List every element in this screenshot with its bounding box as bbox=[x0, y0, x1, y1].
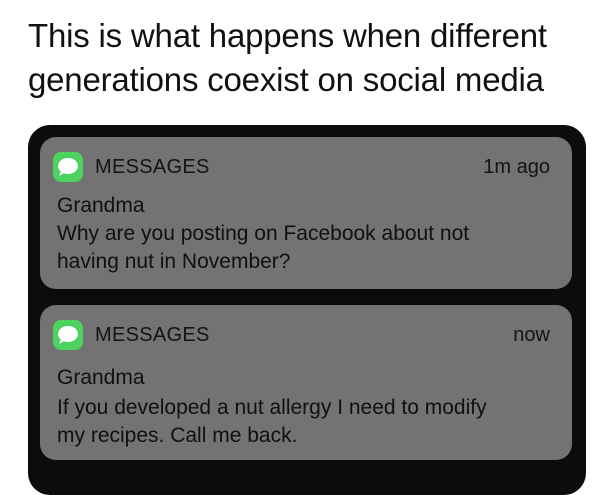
notification-sender: Grandma bbox=[57, 194, 145, 217]
notification-body-line: having nut in November? bbox=[57, 250, 291, 273]
app-name: MESSAGES bbox=[95, 323, 210, 346]
caption-line-1: This is what happens when different bbox=[28, 17, 547, 54]
notification-header: MESSAGES now bbox=[53, 318, 550, 352]
notification-body-line: my recipes. Call me back. bbox=[57, 424, 298, 447]
notification-card[interactable]: MESSAGES 1m ago Grandma Why are you post… bbox=[40, 137, 572, 289]
notification-time: 1m ago bbox=[483, 155, 550, 178]
notification-header: MESSAGES 1m ago bbox=[53, 150, 550, 184]
notification-sender: Grandma bbox=[57, 366, 145, 389]
notification-body-line: Why are you posting on Facebook about no… bbox=[57, 222, 470, 245]
meme-caption: This is what happens when different gene… bbox=[28, 14, 598, 102]
messages-icon bbox=[53, 320, 83, 350]
app-name: MESSAGES bbox=[95, 155, 210, 178]
notification-body: Why are you posting on Facebook about no… bbox=[57, 220, 557, 276]
notification-body-line: If you developed a nut allergy I need to… bbox=[57, 396, 487, 419]
notification-body: If you developed a nut allergy I need to… bbox=[57, 394, 557, 450]
messages-icon bbox=[53, 152, 83, 182]
notification-time: now bbox=[513, 323, 550, 346]
notification-card[interactable]: MESSAGES now Grandma If you developed a … bbox=[40, 305, 572, 460]
caption-line-2: generations coexist on social media bbox=[28, 61, 544, 98]
